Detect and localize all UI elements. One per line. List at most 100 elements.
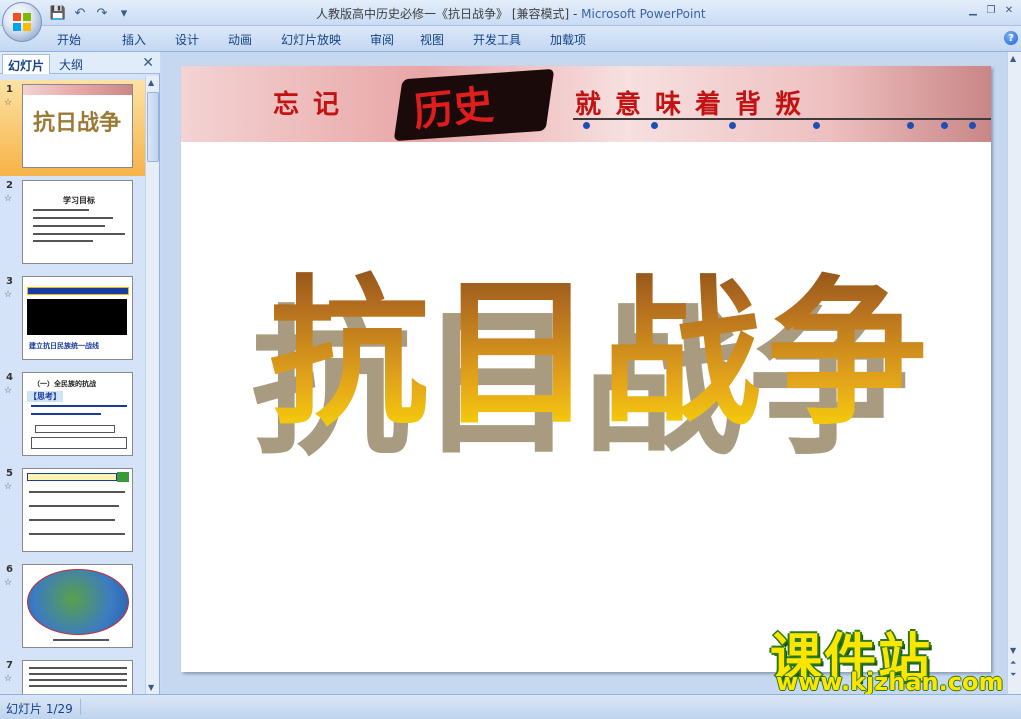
thumbnail-number: 2: [6, 180, 13, 191]
redo-icon[interactable]: ↷: [94, 5, 110, 21]
banner-dot: [941, 122, 948, 129]
thumb-text-line: [29, 673, 127, 675]
office-logo-icon: [13, 13, 31, 31]
banner-dot: [813, 122, 820, 129]
slide-scrollbar[interactable]: ▲ ▼ ⏶ ⏷: [1007, 52, 1021, 694]
thumbnail-row-4[interactable]: 4 ☆ （一）全民族的抗战 【思考】: [0, 368, 145, 464]
restore-icon[interactable]: ❐: [983, 3, 999, 17]
thumb-box: [35, 425, 115, 433]
slide-thumbnail[interactable]: [22, 468, 133, 552]
thumb-box: [31, 437, 127, 449]
close-pane-icon[interactable]: ✕: [142, 55, 154, 71]
animation-star-icon: ☆: [4, 98, 13, 108]
thumb-text-line: [33, 240, 93, 242]
previous-slide-icon[interactable]: ⏶: [1010, 658, 1016, 668]
close-icon[interactable]: ✕: [1001, 3, 1017, 17]
banner-underline: [573, 118, 991, 120]
thumb-title: 抗日战争: [33, 111, 122, 136]
tab-home[interactable]: 开始: [57, 31, 122, 48]
slide-thumbnail[interactable]: [22, 660, 133, 694]
document-title: 人教版高中历史必修一《抗日战争》 [兼容模式] -: [316, 7, 582, 21]
slide-thumbnail[interactable]: 抗日战争: [22, 84, 133, 168]
animation-star-icon: ☆: [4, 386, 13, 396]
thumb-arrow: [117, 472, 129, 482]
thumb-text-line: [29, 533, 125, 535]
slide-thumbnail[interactable]: 学习目标: [22, 180, 133, 264]
slide-thumbnail[interactable]: 建立抗日民族统一战线: [22, 276, 133, 360]
thumb-text-line: [31, 413, 101, 415]
next-slide-icon[interactable]: ⏷: [1010, 670, 1016, 680]
thumbnail-row-3[interactable]: 3 ☆ 建立抗日民族统一战线: [0, 272, 145, 368]
animation-star-icon: ☆: [4, 482, 13, 492]
banner-text-left: 忘记: [273, 90, 354, 120]
thumbnail-row-5[interactable]: 5 ☆: [0, 464, 145, 560]
status-separator: [80, 699, 81, 715]
thumbnail-number: 1: [6, 84, 13, 95]
office-button[interactable]: [2, 2, 42, 42]
thumb-text-line: [29, 491, 125, 493]
slide-title-wordart[interactable]: 抗日战争 抗日战争: [251, 214, 927, 477]
animation-star-icon: ☆: [4, 674, 13, 684]
thumbnail-number: 5: [6, 468, 13, 479]
thumb-text-line: [29, 505, 119, 507]
tab-slides[interactable]: 幻灯片: [2, 54, 51, 74]
quick-access-toolbar: 💾 ↶ ↷ ▾: [50, 4, 132, 22]
customize-toolbar-icon[interactable]: ▾: [116, 5, 132, 21]
tab-outline[interactable]: 大纲: [54, 54, 88, 74]
thumb-heading: （一）全民族的抗战: [33, 380, 96, 388]
tab-animation[interactable]: 动画: [228, 31, 281, 48]
tab-review[interactable]: 审阅: [370, 31, 420, 48]
scroll-down-icon[interactable]: ▼: [1010, 646, 1016, 655]
slide[interactable]: 忘记 历史 就意味着背叛 抗日战争 抗日战争: [181, 66, 991, 672]
thumb-text-line: [53, 639, 109, 641]
save-icon[interactable]: 💾: [50, 5, 66, 21]
tab-insert[interactable]: 插入: [122, 31, 175, 48]
scroll-up-icon[interactable]: ▲: [148, 78, 154, 87]
scroll-up-icon[interactable]: ▲: [1010, 54, 1016, 63]
slide-thumbnail[interactable]: （一）全民族的抗战 【思考】: [22, 372, 133, 456]
thumbnail-number: 7: [6, 660, 13, 671]
banner-dot: [907, 122, 914, 129]
thumbnail-row-7[interactable]: 7 ☆: [0, 656, 145, 694]
banner-dot: [729, 122, 736, 129]
thumb-text-line: [29, 667, 127, 669]
thumbnail-number: 3: [6, 276, 13, 287]
thumb-subheading: 【思考】: [27, 391, 63, 402]
scrollbar-thumb[interactable]: [147, 92, 159, 162]
thumbnail-number: 4: [6, 372, 13, 383]
thumbnail-scrollbar[interactable]: ▲ ▼: [145, 76, 159, 694]
thumbnail-row-2[interactable]: 2 ☆ 学习目标: [0, 176, 145, 272]
thumbnail-number: 6: [6, 564, 13, 575]
undo-icon[interactable]: ↶: [72, 5, 88, 21]
ribbon-tabs: 开始 插入 设计 动画 幻灯片放映 审阅 视图 开发工具 加载项: [57, 31, 610, 48]
thumb-text-line: [33, 225, 105, 227]
help-icon[interactable]: ?: [1004, 31, 1018, 45]
tab-slideshow[interactable]: 幻灯片放映: [281, 31, 370, 48]
slides-pane: 幻灯片 大纲 ✕ 1 ☆ 抗日战争 2 ☆ 学习目标 3 ☆ 建立抗日民族统一战…: [0, 52, 160, 694]
thumb-banner: [23, 85, 132, 95]
thumb-heading: 学习目标: [63, 196, 95, 205]
tab-developer[interactable]: 开发工具: [473, 31, 550, 48]
tab-view[interactable]: 视图: [420, 31, 473, 48]
scroll-down-icon[interactable]: ▼: [148, 683, 154, 692]
thumb-header-bar: [27, 287, 129, 295]
app-name: Microsoft PowerPoint: [581, 7, 706, 21]
tab-addins[interactable]: 加载项: [550, 31, 610, 48]
thumb-text-line: [33, 233, 125, 235]
thumbnail-row-1[interactable]: 1 ☆ 抗日战争: [0, 80, 145, 176]
thumb-text-line: [33, 217, 113, 219]
tab-design[interactable]: 设计: [175, 31, 228, 48]
pane-tabs: 幻灯片 大纲 ✕: [0, 52, 160, 74]
window-title: 人教版高中历史必修一《抗日战争》 [兼容模式] - Microsoft Powe…: [316, 5, 706, 22]
slide-counter: 幻灯片 1/29: [6, 702, 73, 716]
slide-thumbnail[interactable]: [22, 564, 133, 648]
banner-text-right: 就意味着背叛: [575, 90, 816, 120]
thumb-globe-map: [27, 569, 129, 635]
minimize-icon[interactable]: ▁: [965, 3, 981, 17]
banner-text-history: 历史: [411, 80, 496, 137]
ribbon: 开始 插入 设计 动画 幻灯片放映 审阅 视图 开发工具 加载项 ?: [0, 26, 1021, 52]
thumbnail-list: 1 ☆ 抗日战争 2 ☆ 学习目标 3 ☆ 建立抗日民族统一战线 4 ☆ （一）…: [0, 76, 145, 694]
thumbnail-row-6[interactable]: 6 ☆: [0, 560, 145, 656]
banner-dot: [583, 122, 590, 129]
thumb-caption: 建立抗日民族统一战线: [29, 342, 99, 350]
